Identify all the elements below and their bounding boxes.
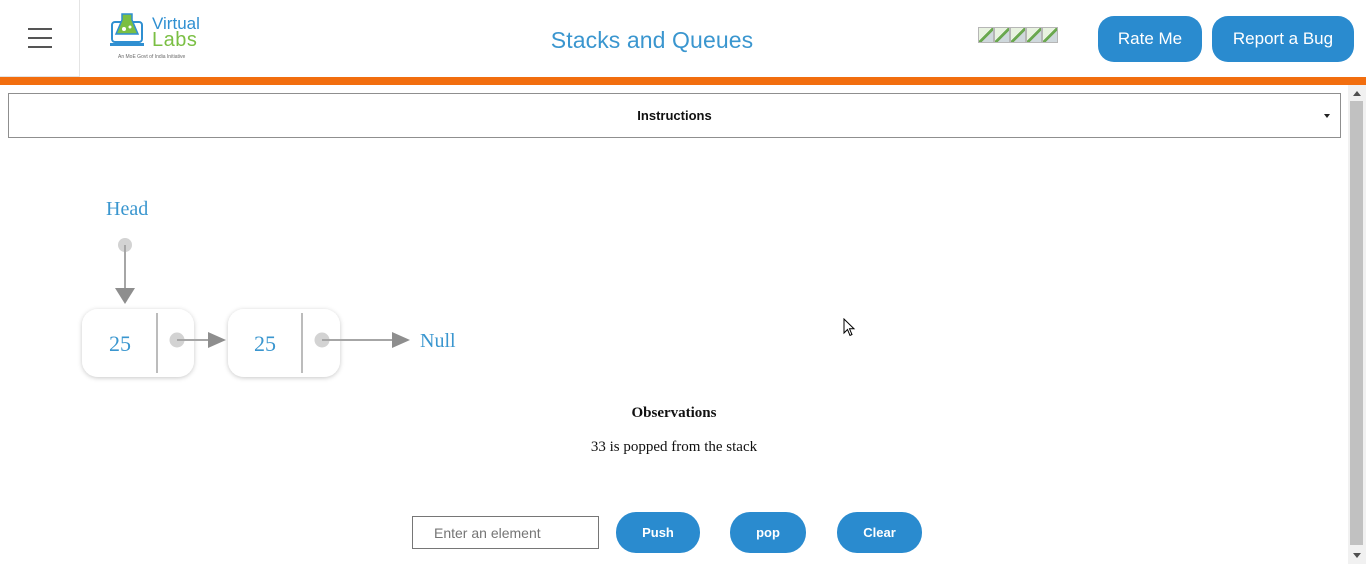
scrollbar-thumb[interactable] — [1350, 101, 1363, 545]
list-node: 25 — [82, 309, 194, 377]
rating-images[interactable] — [978, 27, 1058, 43]
broken-image-icon[interactable] — [1026, 27, 1042, 43]
observations-message: 33 is popped from the stack — [590, 439, 758, 455]
vertical-scrollbar[interactable] — [1348, 85, 1366, 564]
mouse-cursor-icon — [843, 318, 856, 337]
broken-image-icon[interactable] — [994, 27, 1010, 43]
logo-tagline: An MoE Govt of India Initiative — [118, 54, 186, 60]
head-arrow-icon — [115, 288, 135, 304]
null-label: Null — [420, 330, 456, 352]
header: Virtual Labs An MoE Govt of India Initia… — [0, 0, 1366, 77]
caret-down-icon — [1324, 114, 1330, 118]
broken-image-icon[interactable] — [978, 27, 994, 43]
observations-title: Observations — [631, 405, 717, 421]
broken-image-icon[interactable] — [1042, 27, 1058, 43]
stack-linked-list-diagram: Head 25 25 Null — [82, 198, 456, 377]
scroll-down-arrow-icon[interactable] — [1348, 548, 1366, 564]
node-link-arrow-icon — [208, 332, 226, 348]
header-divider — [0, 77, 1366, 85]
clear-button[interactable]: Clear — [837, 512, 922, 553]
instructions-dropdown[interactable]: Instructions — [8, 93, 1341, 138]
node-value: 25 — [109, 331, 131, 356]
element-input[interactable] — [412, 516, 599, 549]
push-button[interactable]: Push — [616, 512, 700, 553]
node-value: 25 — [254, 331, 276, 356]
null-arrow-icon — [392, 332, 410, 348]
broken-image-icon[interactable] — [1010, 27, 1026, 43]
report-bug-button[interactable]: Report a Bug — [1212, 16, 1354, 62]
instructions-label: Instructions — [637, 108, 712, 123]
rate-me-button[interactable]: Rate Me — [1098, 16, 1202, 62]
head-label: Head — [106, 198, 148, 220]
list-node: 25 — [228, 309, 340, 377]
scroll-up-arrow-icon[interactable] — [1348, 85, 1366, 101]
pop-button[interactable]: pop — [730, 512, 806, 553]
